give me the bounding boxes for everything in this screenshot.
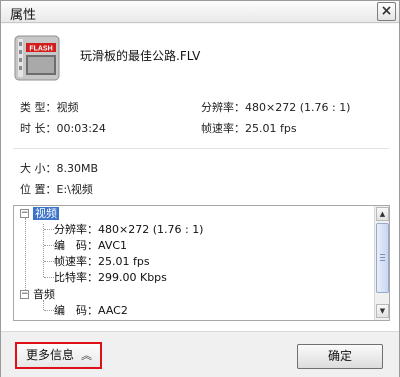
video-framerate-label: 帧速率：: [54, 255, 98, 268]
chevron-up-icon: ︽: [81, 349, 92, 362]
resolution-value: 480×272 (1.76 : 1): [245, 101, 351, 114]
video-codec-value: AVC1: [98, 239, 128, 252]
window-title: 属性: [10, 8, 37, 23]
tree-connector: [44, 229, 54, 230]
framerate-row: 帧速率：25.01 fps: [201, 120, 297, 136]
resolution-label: 分辨率：: [201, 101, 245, 114]
details-tree-panel: − 视频 分辨率：480×272 (1.76 : 1) 编 码：AVC1 帧速率…: [13, 205, 390, 321]
video-bitrate-label: 比特率：: [54, 271, 98, 284]
properties-dialog: 属性 × FLASH 玩滑板的最佳公路.FLV 类 型：视频 分辨率：480×2…: [0, 0, 400, 377]
video-framerate-row: 帧速率：25.01 fps: [54, 254, 150, 270]
size-label: 大 小：: [20, 162, 57, 175]
audio-codec-label: 编 码：: [54, 304, 98, 317]
ok-button[interactable]: 确定: [297, 344, 383, 369]
video-resolution-value: 480×272 (1.76 : 1): [98, 223, 204, 236]
scroll-down-button[interactable]: ▼: [376, 304, 389, 318]
framerate-value: 25.01 fps: [245, 122, 297, 135]
video-group-node[interactable]: 视频: [33, 206, 59, 222]
type-row: 类 型：视频: [20, 99, 79, 115]
video-codec-label: 编 码：: [54, 239, 98, 252]
tree-connector: [44, 277, 54, 278]
details-scrollbar[interactable]: ▲ ▼: [374, 206, 389, 320]
video-resolution-label: 分辨率：: [54, 223, 98, 236]
type-value: 视频: [56, 101, 79, 114]
location-row: 位 置：E:\视频: [20, 181, 93, 197]
svg-text:FLASH: FLASH: [29, 46, 52, 53]
scroll-grip: [380, 257, 385, 258]
close-button[interactable]: ×: [377, 2, 396, 21]
scroll-up-button[interactable]: ▲: [376, 207, 389, 221]
more-info-button[interactable]: 更多信息 ︽: [15, 342, 102, 369]
duration-row: 时 长：00:03:24: [20, 120, 106, 136]
tree-connector: [44, 310, 54, 311]
scroll-thumb[interactable]: [376, 223, 389, 293]
more-info-label: 更多信息: [26, 348, 75, 362]
video-bitrate-value: 299.00 Kbps: [98, 271, 167, 284]
video-codec-row: 编 码：AVC1: [54, 238, 127, 254]
video-collapse-toggle[interactable]: −: [20, 209, 29, 218]
tree-connector: [44, 245, 54, 246]
location-value: E:\视频: [56, 183, 93, 196]
audio-group-label: 音频: [33, 288, 55, 301]
video-framerate-value: 25.01 fps: [98, 255, 150, 268]
scroll-grip: [380, 260, 385, 261]
resolution-row: 分辨率：480×272 (1.76 : 1): [201, 99, 350, 115]
audio-collapse-toggle[interactable]: −: [20, 290, 29, 299]
framerate-label: 帧速率：: [201, 122, 245, 135]
file-name: 玩滑板的最佳公路.FLV: [80, 49, 201, 63]
video-resolution-row: 分辨率：480×272 (1.76 : 1): [54, 222, 203, 238]
audio-codec-row: 编 码：AAC2: [54, 303, 128, 319]
size-row: 大 小：8.30MB: [20, 160, 98, 176]
audio-group-node[interactable]: 音频: [33, 287, 55, 303]
tree-connector: [44, 261, 54, 262]
video-group-label: 视频: [33, 207, 59, 220]
duration-label: 时 长：: [20, 122, 57, 135]
location-label: 位 置：: [20, 183, 57, 196]
tree-connector: [43, 224, 44, 277]
flash-file-icon: FLASH: [14, 35, 60, 81]
title-bar: 属性 ×: [1, 1, 399, 23]
video-bitrate-row: 比特率：299.00 Kbps: [54, 270, 167, 286]
tree-connector: [25, 218, 26, 290]
audio-codec-value: AAC2: [98, 304, 128, 317]
details-tree: − 视频 分辨率：480×272 (1.76 : 1) 编 码：AVC1 帧速率…: [14, 206, 375, 320]
dialog-footer: 更多信息 ︽ 确定: [1, 331, 399, 377]
divider: [13, 148, 389, 149]
size-value: 8.30MB: [56, 162, 99, 175]
duration-value: 00:03:24: [56, 122, 106, 135]
type-label: 类 型：: [20, 101, 57, 114]
dialog-content: FLASH 玩滑板的最佳公路.FLV 类 型：视频 分辨率：480×272 (1…: [1, 24, 399, 377]
scroll-grip: [380, 254, 385, 255]
